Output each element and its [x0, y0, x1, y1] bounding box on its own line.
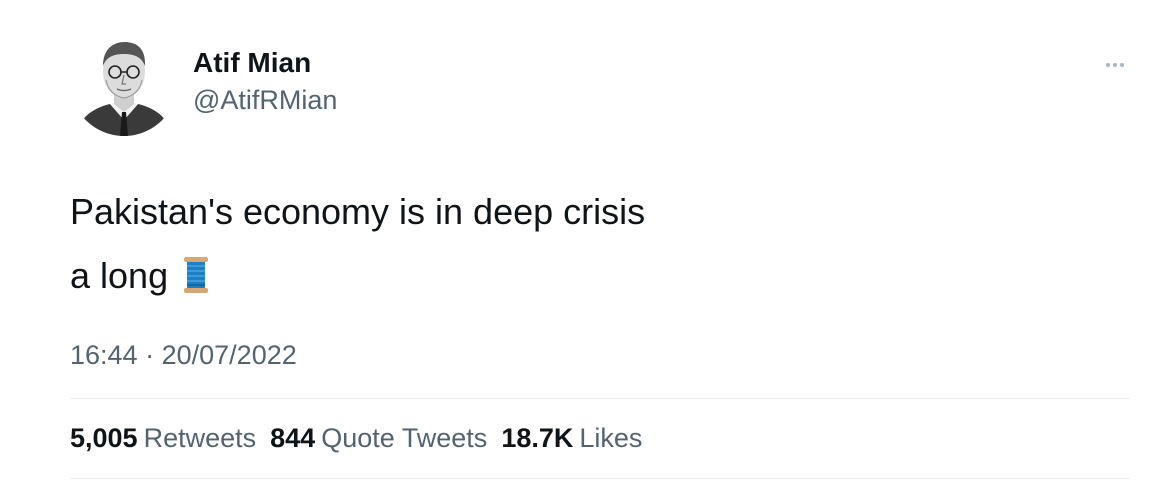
- more-options-button[interactable]: [1098, 52, 1132, 78]
- quote-tweets-stat[interactable]: 844 Quote Tweets: [270, 420, 487, 456]
- author-handle[interactable]: @AtifRMian: [193, 83, 337, 117]
- divider: [70, 398, 1130, 399]
- tweet-line: Pakistan's economy is in deep crisis: [70, 191, 646, 232]
- timestamp-separator: ·: [145, 340, 155, 370]
- avatar[interactable]: [70, 28, 178, 136]
- portrait-sketch-avatar-icon: [70, 28, 178, 136]
- likes-stat[interactable]: 18.7K Likes: [501, 420, 642, 456]
- tweet-time: 16:44: [70, 340, 138, 370]
- tweet-date: 20/07/2022: [161, 340, 297, 370]
- author-display-name[interactable]: Atif Mian: [193, 46, 311, 80]
- likes-count: 18.7K: [501, 423, 574, 453]
- divider: [70, 478, 1130, 479]
- engagement-stats: 5,005 Retweets 844 Quote Tweets 18.7K Likes: [70, 420, 656, 456]
- quote-tweets-count: 844: [270, 423, 316, 453]
- tweet-text: Pakistan's economy is in deep crisis a l…: [70, 180, 1130, 314]
- tweet-line-text: a long: [70, 255, 169, 296]
- tweet-timestamp[interactable]: 16:44 · 20/07/2022: [70, 337, 297, 373]
- tweet-line: a long: [70, 244, 1130, 314]
- retweets-label: Retweets: [143, 423, 257, 453]
- retweets-stat[interactable]: 5,005 Retweets: [70, 420, 256, 456]
- quote-tweets-label: Quote Tweets: [321, 423, 488, 453]
- retweets-count: 5,005: [70, 423, 138, 453]
- likes-label: Likes: [579, 423, 643, 453]
- thread-spool-emoji-icon: [182, 250, 210, 314]
- more-horizontal-icon: [1106, 63, 1110, 67]
